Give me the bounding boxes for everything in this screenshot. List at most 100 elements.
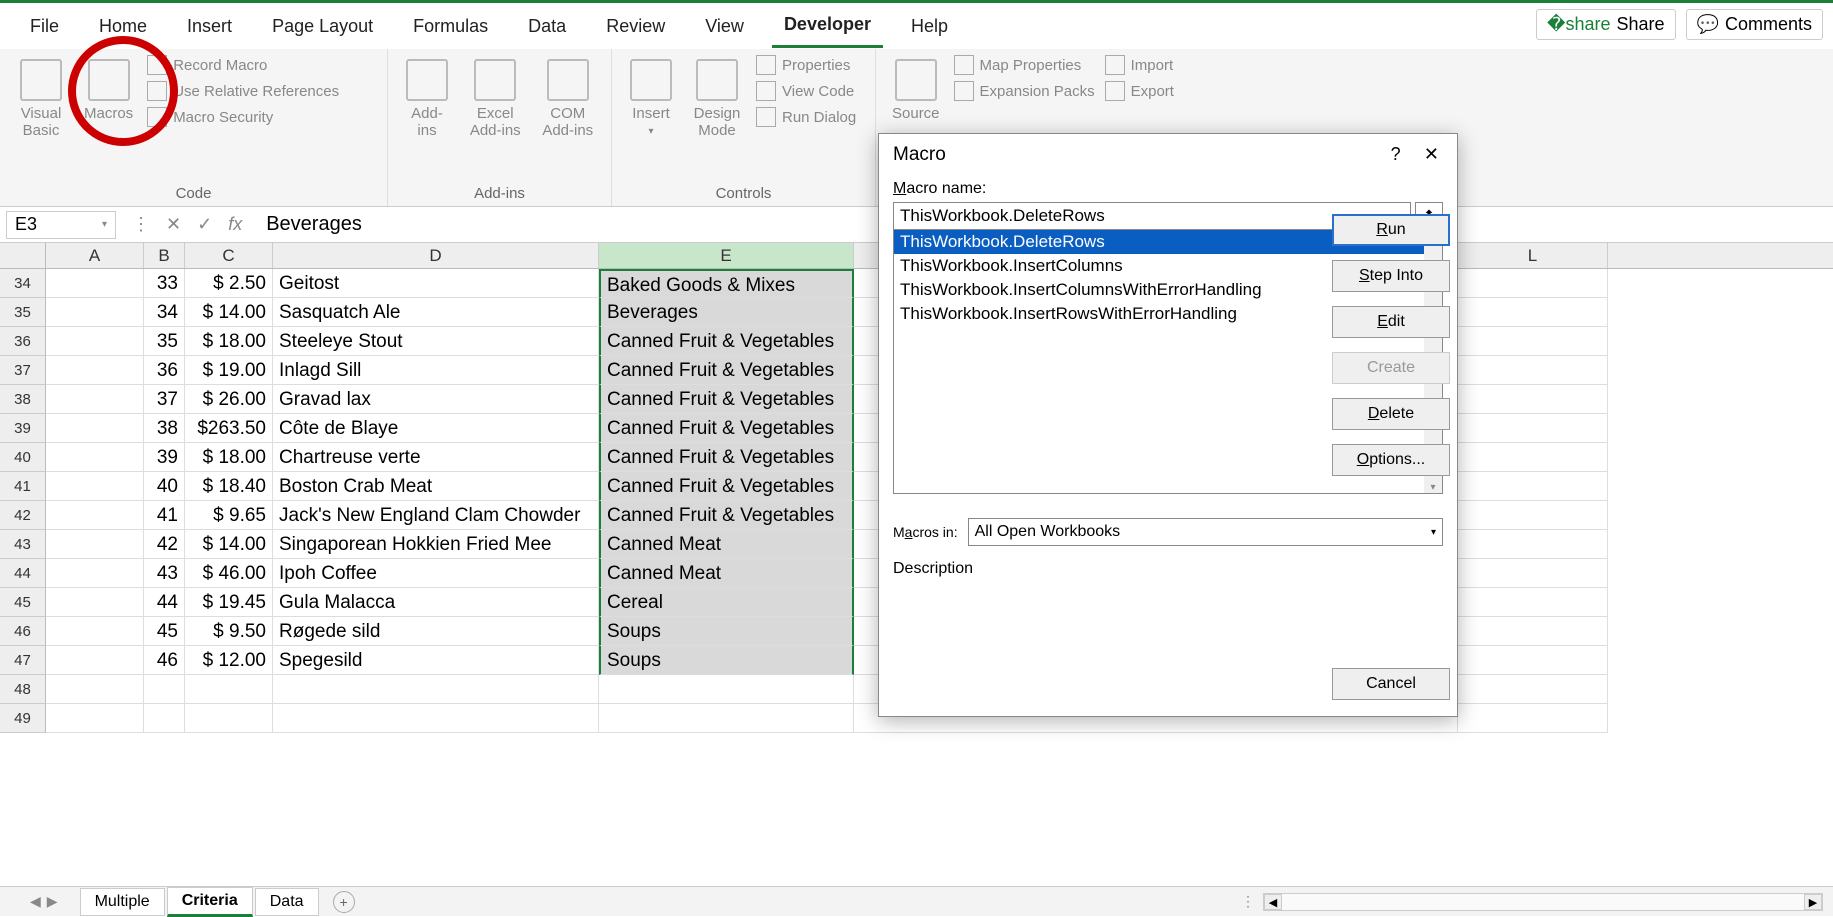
cell[interactable] (1458, 472, 1608, 501)
dialog-close-button[interactable]: ✕ (1420, 140, 1443, 168)
col-header-l[interactable]: L (1458, 243, 1608, 268)
cell[interactable]: Canned Meat (599, 530, 854, 559)
import-button[interactable]: Import (1105, 55, 1174, 75)
row-header[interactable]: 46 (0, 617, 46, 646)
addins-button[interactable]: Add-ins (400, 55, 454, 143)
sheet-tab-data[interactable]: Data (255, 888, 319, 916)
insert-control-button[interactable]: Insert▾ (624, 55, 678, 141)
cell[interactable]: 38 (144, 414, 185, 443)
cell[interactable]: $ 18.00 (185, 443, 273, 472)
cell[interactable] (1458, 617, 1608, 646)
tab-page-layout[interactable]: Page Layout (260, 6, 385, 47)
cell[interactable] (46, 298, 144, 327)
cell[interactable] (1458, 704, 1608, 733)
sheet-tab-criteria[interactable]: Criteria (167, 887, 253, 917)
cell[interactable] (46, 559, 144, 588)
map-properties-button[interactable]: Map Properties (954, 55, 1095, 75)
record-macro-button[interactable]: Record Macro (147, 55, 339, 75)
tab-home[interactable]: Home (87, 6, 159, 47)
select-all-corner[interactable] (0, 243, 46, 268)
vdots-icon[interactable]: ⋮ (132, 214, 150, 235)
share-button[interactable]: �share Share (1536, 9, 1676, 40)
cell[interactable]: Gravad lax (273, 385, 599, 414)
cell[interactable]: 33 (144, 269, 185, 298)
row-header[interactable]: 41 (0, 472, 46, 501)
macro-security-button[interactable]: Macro Security (147, 107, 339, 127)
cell[interactable] (46, 327, 144, 356)
cell[interactable] (1458, 356, 1608, 385)
col-header-c[interactable]: C (185, 243, 273, 268)
view-code-button[interactable]: View Code (756, 81, 856, 101)
edit-button[interactable]: Edit (1332, 306, 1450, 338)
cell[interactable]: $ 14.00 (185, 298, 273, 327)
cell[interactable] (46, 472, 144, 501)
sheet-nav-left-icon[interactable]: ◀ (30, 893, 41, 910)
cell[interactable] (1458, 385, 1608, 414)
cell[interactable] (46, 646, 144, 675)
source-button[interactable]: Source (888, 55, 944, 126)
visual-basic-button[interactable]: Visual Basic (12, 55, 70, 143)
cell[interactable]: $ 9.50 (185, 617, 273, 646)
cell[interactable] (46, 675, 144, 704)
name-box[interactable]: E3 ▾ (6, 211, 116, 239)
excel-addins-button[interactable]: Excel Add-ins (464, 55, 527, 143)
fx-icon[interactable]: fx (228, 214, 242, 235)
cell[interactable] (46, 617, 144, 646)
cell[interactable] (1458, 530, 1608, 559)
col-header-b[interactable]: B (144, 243, 185, 268)
cell[interactable]: Jack's New England Clam Chowder (273, 501, 599, 530)
cell[interactable]: $ 18.00 (185, 327, 273, 356)
cell[interactable]: 45 (144, 617, 185, 646)
tab-insert[interactable]: Insert (175, 6, 244, 47)
cell[interactable] (1458, 646, 1608, 675)
cell[interactable] (46, 443, 144, 472)
tab-view[interactable]: View (693, 6, 756, 47)
row-header[interactable]: 37 (0, 356, 46, 385)
row-header[interactable]: 48 (0, 675, 46, 704)
row-header[interactable]: 36 (0, 327, 46, 356)
dialog-help-button[interactable]: ? (1377, 140, 1415, 168)
cell[interactable]: 39 (144, 443, 185, 472)
cell[interactable]: Canned Fruit & Vegetables (599, 472, 854, 501)
cell[interactable] (273, 675, 599, 704)
cell[interactable]: $ 12.00 (185, 646, 273, 675)
cell[interactable] (46, 269, 144, 298)
cell[interactable] (1458, 588, 1608, 617)
cell[interactable]: Cereal (599, 588, 854, 617)
cell[interactable]: Canned Fruit & Vegetables (599, 385, 854, 414)
cell[interactable]: 34 (144, 298, 185, 327)
tab-data[interactable]: Data (516, 6, 578, 47)
tab-review[interactable]: Review (594, 6, 677, 47)
cell[interactable]: Canned Fruit & Vegetables (599, 414, 854, 443)
cell[interactable]: Spegesild (273, 646, 599, 675)
horizontal-scrollbar[interactable]: ◀ ▶ (1263, 893, 1823, 911)
enter-formula-icon[interactable]: ✓ (197, 214, 212, 235)
tab-file[interactable]: File (18, 6, 71, 47)
row-header[interactable]: 45 (0, 588, 46, 617)
cell[interactable]: Inlagd Sill (273, 356, 599, 385)
cell[interactable]: Canned Meat (599, 559, 854, 588)
macros-in-select[interactable]: All Open Workbooks ▾ (968, 518, 1443, 546)
cell[interactable] (273, 704, 599, 733)
cell[interactable]: 44 (144, 588, 185, 617)
cell[interactable] (1458, 501, 1608, 530)
tab-formulas[interactable]: Formulas (401, 6, 500, 47)
col-header-e[interactable]: E (599, 243, 854, 268)
row-header[interactable]: 44 (0, 559, 46, 588)
cell[interactable]: Geitost (273, 269, 599, 298)
comments-button[interactable]: 💬 Comments (1686, 9, 1823, 40)
cell[interactable]: 42 (144, 530, 185, 559)
row-header[interactable]: 34 (0, 269, 46, 298)
sheet-nav-right-icon[interactable]: ▶ (47, 893, 58, 910)
row-header[interactable]: 49 (0, 704, 46, 733)
delete-button[interactable]: Delete (1332, 398, 1450, 430)
cell[interactable]: $ 19.45 (185, 588, 273, 617)
cell[interactable]: Røgede sild (273, 617, 599, 646)
cell[interactable]: $ 26.00 (185, 385, 273, 414)
cell[interactable]: Gula Malacca (273, 588, 599, 617)
cell[interactable]: Baked Goods & Mixes (599, 269, 854, 298)
cell[interactable]: $263.50 (185, 414, 273, 443)
design-mode-button[interactable]: Design Mode (688, 55, 746, 143)
scroll-down-icon[interactable]: ▾ (1424, 482, 1442, 493)
cell[interactable] (1458, 414, 1608, 443)
